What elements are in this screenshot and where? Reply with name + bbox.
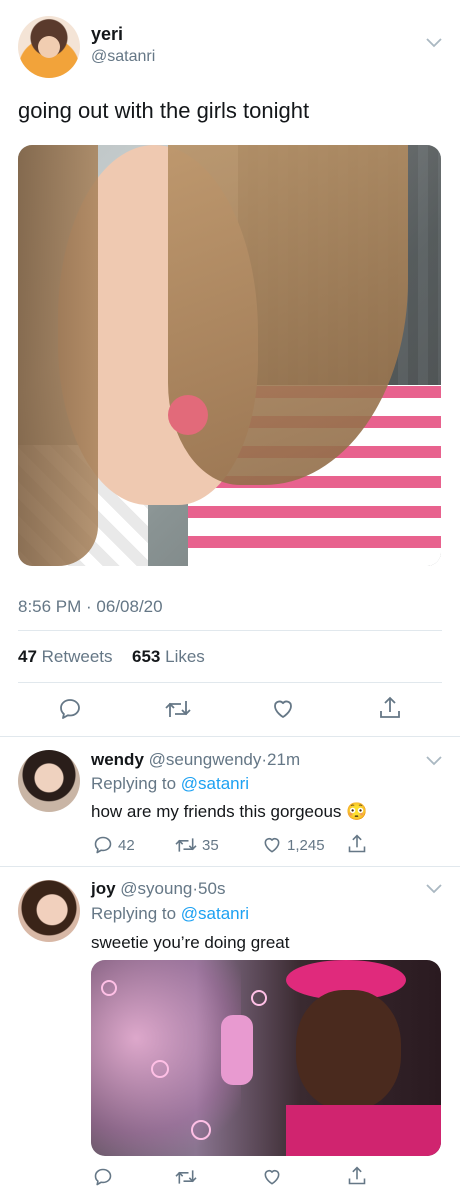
display-name[interactable]: joy — [91, 879, 116, 898]
chevron-down-icon[interactable] — [426, 884, 442, 894]
like-stats[interactable]: 653 Likes — [132, 647, 205, 667]
replying-to: Replying to @satanri — [91, 904, 249, 924]
reply-photo[interactable] — [91, 960, 441, 1156]
heart-icon[interactable] — [262, 1167, 282, 1187]
retweet-count: 47 — [18, 647, 37, 666]
divider — [0, 866, 460, 867]
avatar[interactable] — [18, 880, 80, 942]
heart-icon[interactable] — [271, 697, 295, 721]
avatar[interactable] — [18, 16, 80, 78]
divider — [18, 630, 442, 631]
like-count: 1,245 — [287, 837, 325, 854]
retweet-count: 35 — [202, 837, 219, 854]
user-handle[interactable]: @seungwendy — [149, 750, 262, 769]
retweet-icon[interactable] — [164, 697, 192, 721]
tweet-text: going out with the girls tonight — [18, 98, 310, 123]
retweet-label: Retweets — [41, 647, 113, 666]
chevron-down-icon[interactable] — [426, 756, 442, 766]
replying-to-prefix: Replying to — [91, 774, 177, 793]
replying-to-prefix: Replying to — [91, 904, 177, 923]
share-icon[interactable] — [378, 695, 402, 721]
replying-to-handle[interactable]: @satanri — [181, 774, 249, 793]
reply-text-body: how are my friends this gorgeous — [91, 802, 342, 821]
reply-icon[interactable] — [93, 1167, 113, 1187]
share-icon[interactable] — [347, 1165, 367, 1187]
display-name[interactable]: yeri — [91, 24, 123, 45]
tweet-timestamp[interactable]: 8:56 PM · 06/08/20 — [18, 597, 163, 617]
heart-icon[interactable] — [262, 835, 282, 855]
like-label: Likes — [165, 647, 205, 666]
replying-to: Replying to @satanri — [91, 774, 249, 794]
reply-time[interactable]: 50s — [198, 879, 225, 898]
share-icon[interactable] — [347, 833, 367, 855]
display-name[interactable]: wendy — [91, 750, 144, 769]
flushed-emoji: 😳 — [346, 802, 368, 821]
reply-time[interactable]: 21m — [267, 750, 300, 769]
reply-text: how are my friends this gorgeous 😳 — [91, 802, 367, 822]
reply-icon[interactable] — [58, 697, 82, 721]
divider — [18, 682, 442, 683]
retweet-icon[interactable] — [174, 835, 198, 855]
reply-icon[interactable] — [93, 835, 113, 855]
reply-count: 42 — [118, 837, 135, 854]
reply-header: wendy @seungwendy·21m — [91, 750, 300, 770]
avatar[interactable] — [18, 750, 80, 812]
retweet-stats[interactable]: 47 Retweets — [18, 647, 113, 667]
retweet-icon[interactable] — [174, 1167, 198, 1187]
user-handle[interactable]: @syoung — [120, 879, 192, 898]
tweet-photo[interactable] — [18, 145, 441, 566]
divider — [0, 736, 460, 737]
user-handle[interactable]: @satanri — [91, 48, 155, 66]
like-count: 653 — [132, 647, 161, 666]
reply-text: sweetie you’re doing great — [91, 933, 290, 952]
replying-to-handle[interactable]: @satanri — [181, 904, 249, 923]
reply-header: joy @syoung·50s — [91, 879, 225, 899]
chevron-down-icon[interactable] — [426, 38, 442, 48]
